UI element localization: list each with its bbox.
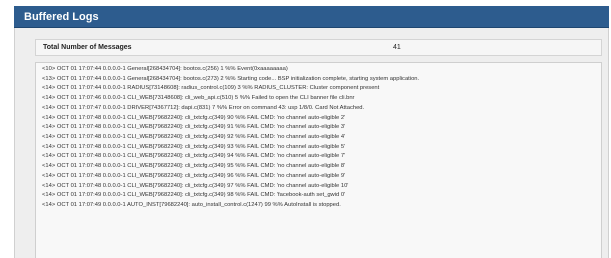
message-count-row: Total Number of Messages 41 [35,39,602,56]
message-count-value: 41 [393,44,401,51]
log-line: <10> OCT 01 17:07:44 0.0.0.0-1 General[2… [42,66,288,72]
log-line: <14> OCT 01 17:07:48 0.0.0.0-1 CLI_WEB[7… [42,124,346,131]
panel-title: Buffered Logs [24,11,99,23]
log-line: <14> OCT 01 17:07:48 0.0.0.0-1 CLI_WEB[7… [42,143,346,150]
log-line: <14> OCT 01 17:07:48 0.0.0.0-1 CLI_WEB[7… [42,153,346,160]
buffered-logs-page: Buffered Logs Total Number of Messages 4… [0,0,611,258]
log-line: <14> OCT 01 17:07:48 0.0.0.0-1 CLI_WEB[7… [42,182,349,189]
log-line: <13> OCT 01 17:07:44 0.0.0.0-1 General[2… [42,75,420,82]
panel-title-bar: Buffered Logs [14,6,609,28]
log-list[interactable]: <10> OCT 01 17:07:44 0.0.0.0-1 General[2… [35,62,602,258]
log-line: <14> OCT 01 17:07:48 0.0.0.0-1 CLI_WEB[7… [42,134,346,141]
logs-panel: Total Number of Messages 41 <10> OCT 01 … [14,28,609,258]
log-line: <14> OCT 01 17:07:48 0.0.0.0-1 CLI_WEB[7… [42,163,346,170]
message-count-label: Total Number of Messages [43,44,132,51]
log-line: <14> OCT 01 17:07:47 0.0.0.0-1 DRIVER[74… [42,104,365,111]
log-line: <14> OCT 01 17:07:44 0.0.0.0-1 RADIUS[73… [42,85,380,92]
log-line: <14> OCT 01 17:07:48 0.0.0.0-1 CLI_WEB[7… [42,114,346,121]
log-line: <14> OCT 01 17:07:46 0.0.0.0-1 CLI_WEB[7… [42,95,355,102]
log-line: <14> OCT 01 17:07:48 0.0.0.0-1 CLI_WEB[7… [42,172,346,179]
log-line: <14> OCT 01 17:07:49 0.0.0.0-1 AUTO_INST… [42,202,341,209]
log-line: <14> OCT 01 17:07:49 0.0.0.0-1 CLI_WEB[7… [42,192,346,199]
